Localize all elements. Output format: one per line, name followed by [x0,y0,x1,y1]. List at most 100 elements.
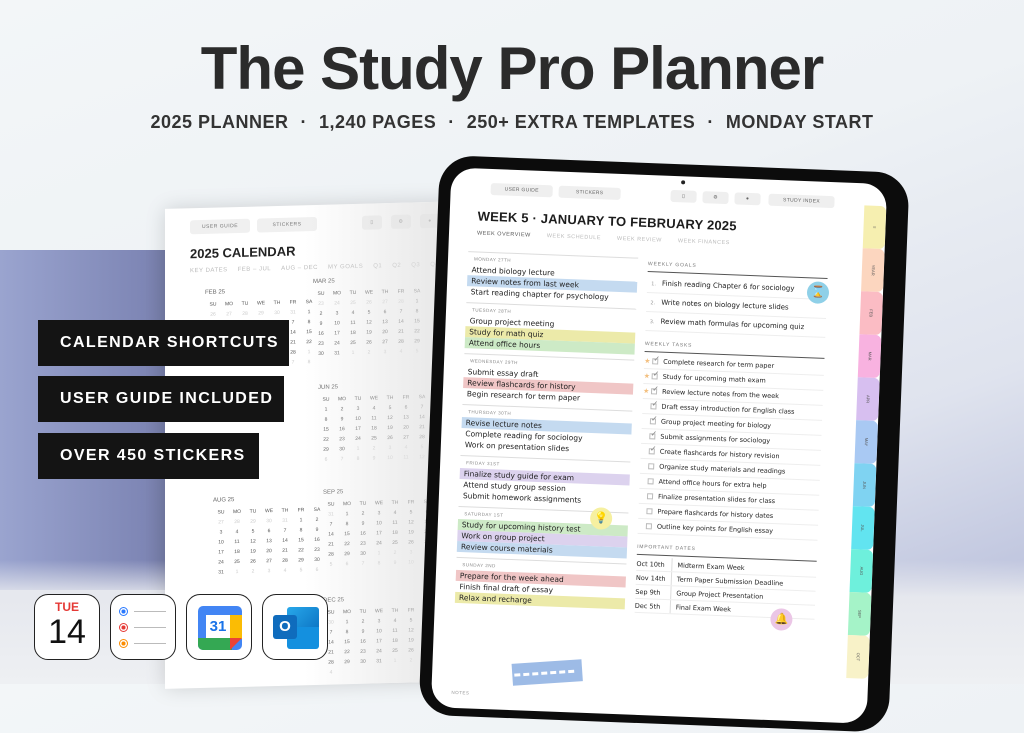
calendar-day[interactable]: 29 [245,518,261,524]
checkbox[interactable] [647,493,653,499]
calendar-day[interactable]: 4 [229,529,245,535]
calendar-tab[interactable]: KEY DATES [190,267,228,274]
side-tab-feb[interactable]: FEB [859,291,883,335]
side-tab-label: MAY [864,438,869,447]
side-tab-label: SEP [857,610,862,618]
date-cell: Dec 5th [635,599,671,613]
task-text: Outline key points for English essay [657,523,773,535]
weekday-label: TH [269,300,285,306]
side-tab-year[interactable]: YEAR [861,248,885,292]
checkbox[interactable] [646,508,652,514]
user-guide-button[interactable]: USER GUIDE [190,219,250,235]
calendar-day[interactable]: 21 [277,548,293,554]
side-tab-label: FEB [869,309,874,317]
calendar-day[interactable]: 2 [245,568,261,574]
checkbox[interactable] [649,448,655,454]
calendar-day[interactable]: 30 [269,310,285,316]
side-tab-label: MAR [867,352,872,361]
product-title: The Study Pro Planner [0,34,1024,103]
calendar-day[interactable]: 17 [213,549,229,555]
outlook-app-icon: O [262,594,328,660]
feature-planner: 2025 PLANNER [150,112,288,132]
event-cell: Final Exam Week [671,600,732,615]
checkbox[interactable] [648,478,654,484]
calendar-day[interactable]: 27 [221,311,237,317]
bell-sticker-icon: 🔔 [770,608,793,631]
calendar-day[interactable]: 5 [245,528,261,534]
calendar-day[interactable]: 28 [277,558,293,564]
calendar-day[interactable]: 12 [245,538,261,544]
calendar-day[interactable]: 10 [213,539,229,545]
tab-week-review[interactable]: WEEK REVIEW [617,236,662,244]
calendar-day[interactable]: 25 [229,559,245,565]
calendar-day[interactable]: 31 [285,309,301,315]
feature-pages: 1,240 PAGES [319,112,436,132]
calendar-tab[interactable]: FEB – JUL [238,266,272,273]
tab-week-overview[interactable]: WEEK OVERVIEW [477,230,531,238]
calendar-day[interactable]: 19 [245,548,261,554]
side-tab-≡[interactable]: ≡ [863,205,887,249]
user-guide-button[interactable]: USER GUIDE [491,183,553,197]
side-tab-sep[interactable]: SEP [848,592,872,636]
side-tab-mar[interactable]: MAR [858,334,882,378]
checkbox[interactable] [651,388,657,394]
side-tab-apr[interactable]: APR [856,377,880,421]
calendar-day[interactable]: 14 [277,538,293,544]
goal-number: 2. [650,300,655,306]
calendar-day[interactable]: 3 [213,529,229,535]
side-tab-label: YEAR [870,265,875,276]
calendar-day[interactable]: 1 [229,569,245,575]
settings-icon-button[interactable]: ⚙ [702,191,728,204]
checkbox[interactable] [646,523,652,529]
task-text: Draft essay introduction for English cla… [661,403,794,416]
separator: · [707,112,714,132]
daily-tasks-column: MONDAY 27THAttend biology lectureReview … [455,246,639,609]
calendar-day[interactable]: 6 [261,528,277,534]
tab-week-schedule[interactable]: WEEK SCHEDULE [547,233,601,241]
study-index-button[interactable]: STUDY INDEX [768,194,834,209]
calendar-icon-button[interactable]: ▯ [670,190,696,203]
calendar-day[interactable]: 13 [261,538,277,544]
apple-icon-button[interactable]: ● [734,192,760,205]
badge-stickers: OVER 450 STICKERS [38,433,259,479]
weekday-label: TH [277,508,293,514]
calendar-day[interactable]: 31 [213,569,229,575]
calendar-day[interactable]: 27 [261,558,277,564]
side-tab-oct[interactable]: OCT [846,635,870,679]
checkbox[interactable] [652,358,658,364]
calendar-day[interactable]: 26 [205,311,221,317]
side-tab-jun[interactable]: JUN [853,463,877,507]
calendar-day[interactable]: 27 [213,519,229,525]
calendar-day[interactable]: 28 [237,311,253,317]
calendar-day[interactable]: 30 [261,518,277,524]
calendar-day[interactable]: 11 [229,539,245,545]
calendar-day[interactable]: 28 [229,519,245,525]
gcal-date: 31 [206,615,230,638]
tab-week-finances[interactable]: WEEK FINANCES [678,238,730,246]
calendar-day[interactable]: 29 [253,310,269,316]
calendar-day[interactable]: 26 [245,558,261,564]
weekday-label: FR [285,299,301,305]
side-tab-may[interactable]: MAY [854,420,878,464]
calendar-day[interactable]: 18 [229,549,245,555]
checkbox[interactable] [650,418,656,424]
date-cell: Sep 9th [635,585,671,599]
notes-label: NOTES [451,690,469,696]
calendar-day[interactable]: 4 [277,568,293,574]
goal-text: Write notes on biology lecture slides [661,299,789,312]
calendar-day[interactable]: 3 [261,568,277,574]
calendar-day[interactable]: 7 [277,528,293,534]
red-dot-icon [119,623,128,632]
checkbox[interactable] [652,373,658,379]
month-tabs: ≡ YEAR FEB MAR APR MAY JUN JULAUG SEP OCT [846,205,886,678]
side-tab-aug[interactable]: AUG [850,549,874,593]
calendar-day[interactable]: 20 [261,548,277,554]
side-tab-jul[interactable]: JUL [851,506,875,550]
checkbox[interactable] [650,403,656,409]
calendar-day[interactable]: 31 [277,518,293,524]
calendar-day[interactable]: 24 [213,559,229,565]
checkbox[interactable] [649,433,655,439]
stickers-button[interactable]: STICKERS [558,186,620,200]
checkbox[interactable] [648,463,654,469]
side-tab-label: JUN [862,481,867,489]
